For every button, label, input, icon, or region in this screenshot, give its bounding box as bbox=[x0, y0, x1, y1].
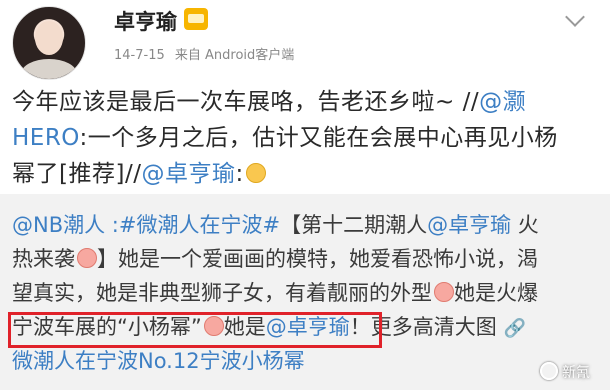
post-text-segment: 今年应该是最后一次车展咯，告老还乡啦~ // bbox=[12, 89, 480, 115]
cheer-emoji-icon bbox=[77, 248, 97, 268]
retweet-text-segment: 【第十二期潮人 bbox=[280, 213, 428, 237]
retweet-body: @NB潮人 :#微潮人在宁波#【第十二期潮人@卓亨瑜 火 热来袭 】她是一个爱画画… bbox=[12, 208, 602, 378]
wechat-icon bbox=[540, 362, 558, 380]
avatar-body bbox=[21, 59, 77, 79]
chevron-down-icon[interactable] bbox=[565, 7, 585, 27]
retweet-text-segment: 她是火爆 bbox=[454, 281, 538, 305]
mention-link[interactable]: @卓亨瑜 bbox=[141, 161, 235, 187]
heart-emoji-icon bbox=[434, 282, 454, 302]
avatar[interactable] bbox=[12, 6, 86, 80]
post-line: 幂了[推荐]//@卓亨瑜: bbox=[12, 156, 602, 192]
post-date: 14-7-15 bbox=[114, 48, 165, 63]
retweet-line: 微潮人在宁波No.12宁波小杨幂 bbox=[12, 344, 602, 378]
watermark-text: 新氰 bbox=[562, 365, 590, 381]
post-meta: 14-7-15 来自 Android客户端 bbox=[114, 44, 300, 63]
username[interactable]: 卓亨瑜 bbox=[114, 6, 177, 36]
post-text-segment: : bbox=[235, 161, 244, 187]
retweet-text-segment: : bbox=[105, 213, 119, 237]
retweet-line: 热来袭 】她是一个爱画画的模特，她爱看恐怖小说，渴 bbox=[12, 242, 602, 276]
vip-badge-icon bbox=[184, 8, 208, 30]
retweet-text-segment: 望真实，她是非典型狮子女，有着靓丽的外型 bbox=[12, 281, 432, 305]
retweet-line: 望真实，她是非典型狮子女，有着靓丽的外型 她是火爆 bbox=[12, 276, 602, 310]
post-body: 今年应该是最后一次车展咯，告老还乡啦~ //@灏 HERO:一个多月之后，估计又… bbox=[12, 84, 602, 192]
post-header: 卓亨瑜 14-7-15 来自 Android客户端 bbox=[0, 0, 610, 80]
retweet-line: @NB潮人 :#微潮人在宁波#【第十二期潮人@卓亨瑜 火 bbox=[12, 208, 602, 242]
retweet-text-segment: 】她是一个爱画画的模特，她爱看恐怖小说，渴 bbox=[97, 247, 538, 271]
mention-link[interactable]: @NB潮人 bbox=[12, 213, 105, 237]
smile-emoji-icon bbox=[245, 163, 266, 183]
post-text-segment: 幂了[推荐]// bbox=[12, 161, 142, 187]
post-line: HERO:一个多月之后，估计又能在会展中心再见小杨 bbox=[12, 120, 602, 156]
mention-link[interactable]: HERO bbox=[12, 125, 80, 151]
web-link[interactable]: 微潮人在宁波No.12宁波小杨幂 bbox=[12, 349, 305, 373]
watermark: 新氰 bbox=[540, 362, 590, 382]
topic-link[interactable]: #微潮人在宁波# bbox=[119, 213, 280, 237]
post-text-segment: :一个多月之后，估计又能在会展中心再见小杨 bbox=[79, 125, 558, 151]
mention-link[interactable]: @卓亨瑜 bbox=[427, 213, 511, 237]
post-source: 来自 Android客户端 bbox=[174, 48, 295, 63]
highlight-box bbox=[8, 312, 382, 348]
post-line: 今年应该是最后一次车展咯，告老还乡啦~ //@灏 bbox=[12, 84, 602, 120]
retweeted-post[interactable]: @NB潮人 :#微潮人在宁波#【第十二期潮人@卓亨瑜 火 热来袭 】她是一个爱画画… bbox=[0, 194, 610, 390]
link-icon[interactable]: 🔗 bbox=[503, 312, 525, 346]
mention-link[interactable]: @灏 bbox=[479, 89, 526, 115]
retweet-text-segment: 热来袭 bbox=[12, 247, 75, 271]
retweet-text-segment: 火 bbox=[511, 213, 539, 237]
avatar-face bbox=[35, 21, 63, 55]
